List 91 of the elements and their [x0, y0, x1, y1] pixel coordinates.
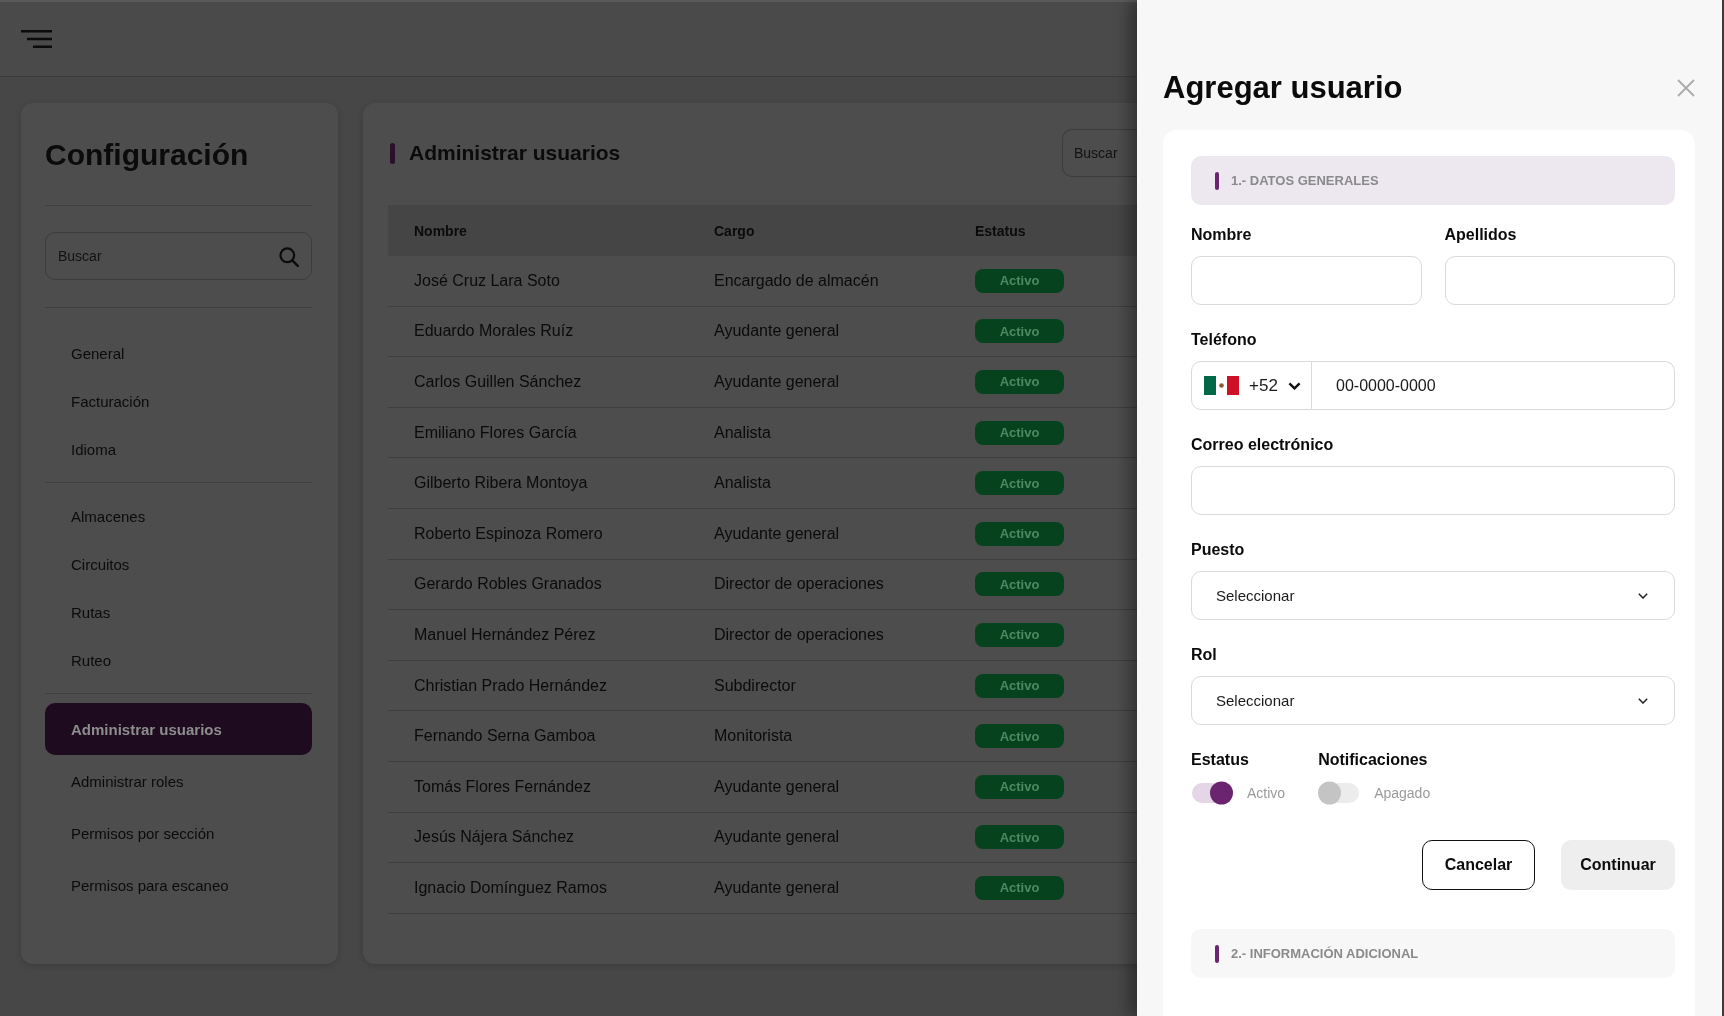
flag-icon [1204, 376, 1239, 395]
table-cell-text: Fernando Serna Gamboa [413, 727, 597, 746]
status-badge: Activo [975, 875, 1064, 900]
nav-item[interactable]: Ruteo [45, 636, 312, 684]
table-cell-text: Ignacio Domínguez Ramos [413, 878, 608, 897]
column-header: Cargo [713, 222, 756, 239]
status-badge: Activo [975, 825, 1064, 850]
nav-item[interactable]: Permisos para escaneo [45, 859, 312, 911]
nav-item[interactable]: Facturación [45, 377, 312, 425]
field-label: Apellidos [1444, 225, 1518, 245]
status-badge: Activo [975, 673, 1064, 698]
table-cell-text: Gerardo Robles Granados [413, 575, 603, 594]
search-field[interactable]: Buscar [45, 232, 312, 280]
table-cell-text: Director de operaciones [713, 625, 885, 644]
table-cell-text: Ayudante general [713, 373, 841, 391]
table-cell-text: Emiliano Flores García [413, 423, 578, 442]
text-input[interactable] [1191, 466, 1675, 515]
accent-bar-icon [1215, 944, 1219, 963]
sidebar-title: Configuración [45, 137, 250, 173]
field-label: Puesto [1191, 540, 1246, 560]
section-header[interactable]: 2.- INFORMACIÓN ADICIONAL [1191, 929, 1675, 978]
status-badge: Activo [975, 319, 1064, 344]
chevron-down-icon [1287, 381, 1301, 390]
dropdown-field[interactable]: Seleccionar [1191, 571, 1675, 620]
table-cell-text: Monitorista [713, 727, 794, 746]
nav-item[interactable]: Rutas [45, 588, 312, 636]
status-badge: Activo [975, 622, 1064, 647]
table-cell-text: Jesús Nájera Sánchez [413, 828, 576, 847]
table-cell-text: Carlos Guillen Sánchez [413, 373, 583, 391]
toggle-switch[interactable] [1318, 781, 1361, 805]
text-input[interactable] [1191, 256, 1422, 305]
toggle-state-label: Apagado [1374, 785, 1431, 801]
field-label: Correo electrónico [1191, 435, 1335, 455]
search-icon[interactable] [279, 247, 299, 267]
nav-item[interactable]: Circuitos [45, 540, 312, 588]
chevron-down-icon [1638, 697, 1648, 704]
table-cell-text: Ayudante general [713, 828, 841, 847]
field-label: Teléfono [1191, 330, 1258, 350]
toggle-state-label: Activo [1247, 785, 1286, 801]
continue-button[interactable]: Continuar [1561, 840, 1675, 890]
phone-input[interactable]: 00-0000-0000 [1312, 361, 1675, 410]
page-title: Administrar usuarios [409, 141, 621, 165]
section-header[interactable]: 1.- DATOS GENERALES [1191, 156, 1675, 205]
status-badge: Activo [975, 268, 1064, 293]
field-label: Notificaciones [1318, 750, 1429, 770]
nav-item[interactable]: General [45, 329, 312, 377]
table-cell-text: Ayudante general [713, 777, 841, 796]
menu-icon[interactable] [21, 30, 52, 48]
field-label: Estatus [1191, 750, 1250, 770]
status-badge: Activo [975, 572, 1064, 597]
status-badge: Activo [975, 774, 1064, 799]
table-cell-text: Ayudante general [713, 322, 841, 341]
column-header: Nombre [413, 222, 468, 239]
table-cell-text: Tomás Flores Fernández [413, 777, 592, 796]
table-cell-text: Ayudante general [713, 524, 841, 543]
table-cell-text: Roberto Espinoza Romero [413, 524, 604, 543]
dropdown-field[interactable]: Seleccionar [1191, 676, 1675, 725]
table-cell-text: Gilberto Ribera Montoya [413, 474, 589, 493]
table-cell-text: Ayudante general [713, 878, 841, 897]
table-cell-text: Analista [713, 423, 772, 442]
nav-item[interactable]: Idioma [45, 425, 312, 473]
cancel-button[interactable]: Cancelar [1422, 840, 1535, 890]
status-badge: Activo [975, 724, 1064, 749]
status-badge: Activo [975, 521, 1064, 546]
field-label: Nombre [1191, 225, 1253, 245]
accent-bar-icon [1215, 171, 1219, 190]
field-label: Rol [1191, 645, 1218, 665]
close-icon[interactable] [1677, 79, 1695, 97]
nav-item[interactable]: Permisos por sección [45, 807, 312, 859]
table-cell-text: Analista [713, 474, 772, 493]
search-field[interactable]: Buscar [1062, 129, 1137, 177]
table-cell-text: Encargado de almacén [713, 271, 880, 290]
drawer-title: Agregar usuario [1163, 70, 1403, 106]
status-badge: Activo [975, 370, 1064, 394]
status-badge: Activo [975, 471, 1064, 496]
accent-bar-icon [390, 142, 395, 164]
toggle-switch[interactable] [1191, 781, 1233, 805]
nav-item[interactable]: Administrar roles [45, 755, 312, 807]
country-code-dropdown[interactable]: +52 [1191, 361, 1312, 410]
table-cell-text: Manuel Hernández Pérez [413, 625, 597, 644]
column-header: Estatus [974, 222, 1027, 239]
nav-item[interactable]: Administrar usuarios [45, 703, 312, 755]
table-cell-text: Subdirector [713, 676, 797, 695]
table-cell-text: Christian Prado Hernández [413, 676, 608, 695]
table-cell-text: José Cruz Lara Soto [413, 271, 561, 290]
table-cell-text: Director de operaciones [713, 575, 885, 594]
chevron-down-icon [1638, 592, 1648, 599]
table-cell-text: Eduardo Morales Ruíz [413, 322, 575, 341]
nav-item[interactable]: Almacenes [45, 492, 312, 540]
status-badge: Activo [975, 420, 1064, 445]
text-input[interactable] [1444, 256, 1675, 305]
